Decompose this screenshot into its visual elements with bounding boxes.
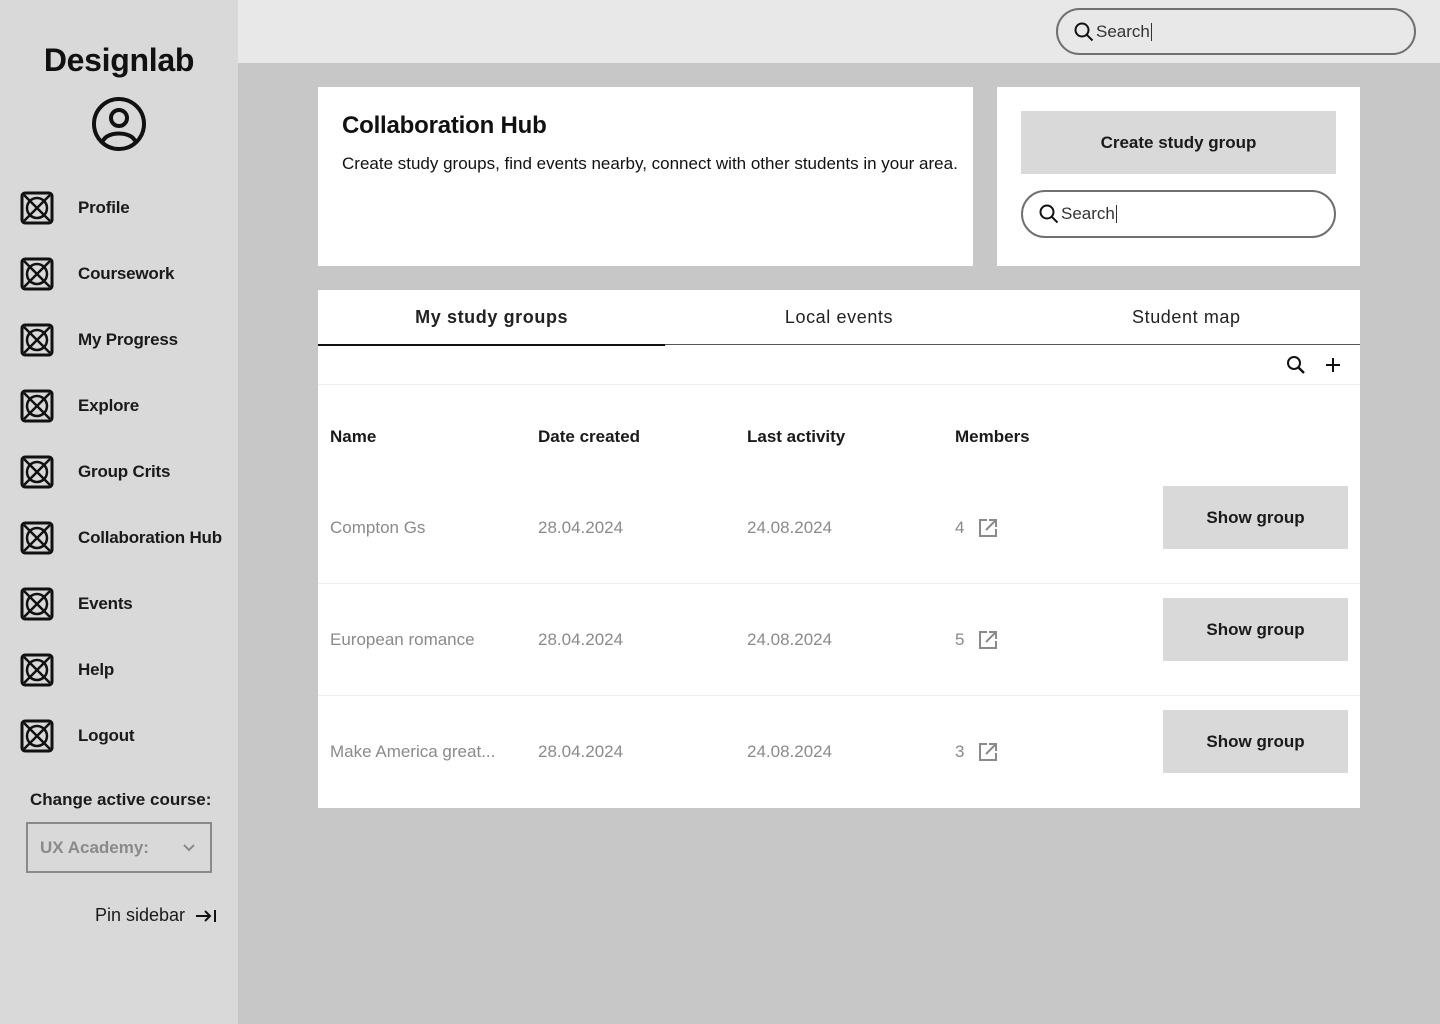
text-caret [1115, 205, 1117, 223]
tab-local-events[interactable]: Local events [665, 290, 1012, 345]
placeholder-box-icon [20, 653, 54, 687]
study-groups-panel: My study groups Local events Student map… [318, 290, 1360, 808]
cell-members: 4 [955, 472, 998, 584]
cell-date-created: 28.04.2024 [538, 518, 624, 537]
cell-date-created: 28.04.2024 [538, 742, 624, 761]
show-group-button[interactable]: Show group [1163, 486, 1348, 549]
sidebar-item-collaboration-hub[interactable]: Collaboration Hub [20, 520, 230, 556]
members-count: 3 [955, 742, 965, 761]
placeholder-box-icon [20, 323, 54, 357]
page-title: Collaboration Hub [342, 112, 547, 139]
search-icon [1287, 356, 1305, 374]
table-row: Compton Gs 28.04.2024 24.08.2024 4 Show … [318, 472, 1360, 584]
arrow-right-to-bar-icon [196, 909, 217, 922]
pin-sidebar-button[interactable]: Pin sidebar [95, 905, 217, 926]
tab-bar: My study groups Local events Student map [318, 290, 1360, 346]
placeholder-box-icon [20, 257, 54, 291]
search-icon [1039, 204, 1059, 224]
sidebar-item-coursework[interactable]: Coursework [20, 256, 230, 292]
members-count: 5 [955, 630, 965, 649]
column-header-name[interactable]: Name [330, 427, 376, 447]
table-row: Make America great... 28.04.2024 24.08.2… [318, 696, 1360, 808]
course-select[interactable]: UX Academy: [26, 822, 212, 873]
user-avatar-icon[interactable] [91, 96, 147, 152]
table-toolbar [318, 345, 1360, 385]
members-count: 4 [955, 518, 965, 537]
sidebar: Designlab Profile Coursework My Progress… [0, 0, 238, 1024]
cell-name: European romance [330, 630, 475, 649]
sidebar-item-label: Events [78, 594, 133, 613]
sidebar-item-label: Explore [78, 396, 139, 415]
sidebar-item-logout[interactable]: Logout [20, 718, 230, 754]
placeholder-box-icon [20, 389, 54, 423]
sidebar-item-my-progress[interactable]: My Progress [20, 322, 230, 358]
sidebar-item-group-crits[interactable]: Group Crits [20, 454, 230, 490]
placeholder-box-icon [20, 719, 54, 753]
external-link-icon[interactable] [978, 630, 998, 650]
create-study-group-button[interactable]: Create study group [1021, 111, 1336, 174]
brand-logo: Designlab [43, 42, 195, 78]
sidebar-item-label: Help [78, 660, 115, 679]
cell-date-created: 28.04.2024 [538, 630, 624, 649]
table-search-icon[interactable] [1285, 354, 1307, 376]
cell-last-activity: 24.08.2024 [747, 630, 833, 649]
placeholder-box-icon [20, 587, 54, 621]
table-row: European romance 28.04.2024 24.08.2024 5… [318, 584, 1360, 696]
sidebar-item-label: My Progress [78, 330, 178, 349]
text-caret [1150, 22, 1152, 41]
sidebar-item-explore[interactable]: Explore [20, 388, 230, 424]
show-group-button[interactable]: Show group [1163, 710, 1348, 773]
course-select-label: Change active course: [30, 790, 212, 809]
cell-members: 3 [955, 696, 998, 808]
sidebar-item-help[interactable]: Help [20, 652, 230, 688]
pin-sidebar-label: Pin sidebar [95, 905, 186, 925]
cell-name: Make America great... [330, 742, 496, 761]
add-icon[interactable] [1322, 354, 1344, 376]
show-group-button[interactable]: Show group [1163, 598, 1348, 661]
sidebar-item-label: Collaboration Hub [78, 528, 222, 547]
search-icon [1074, 22, 1094, 41]
study-group-search-value: Search [1061, 204, 1115, 223]
tab-student-map[interactable]: Student map [1013, 290, 1360, 345]
sidebar-item-events[interactable]: Events [20, 586, 230, 622]
study-group-search-input[interactable]: Search [1021, 190, 1336, 238]
sidebar-item-label: Group Crits [78, 462, 171, 481]
course-select-value: UX Academy: [40, 837, 149, 857]
sidebar-item-profile[interactable]: Profile [20, 190, 230, 226]
column-header-members[interactable]: Members [955, 427, 1030, 447]
cell-last-activity: 24.08.2024 [747, 742, 833, 761]
global-search-input[interactable]: Search [1056, 8, 1416, 55]
cell-members: 5 [955, 584, 998, 696]
sidebar-item-label: Profile [78, 198, 130, 217]
sidebar-item-label: Coursework [78, 264, 175, 283]
placeholder-box-icon [20, 191, 54, 225]
column-header-date-created[interactable]: Date created [538, 427, 640, 447]
cell-name: Compton Gs [330, 518, 426, 537]
tab-my-study-groups[interactable]: My study groups [318, 290, 666, 346]
placeholder-box-icon [20, 455, 54, 489]
chevron-down-icon [183, 843, 195, 851]
external-link-icon[interactable] [978, 742, 998, 762]
cell-last-activity: 24.08.2024 [747, 518, 833, 537]
column-header-last-activity[interactable]: Last activity [747, 427, 845, 447]
hub-intro-card: Collaboration Hub Create study groups, f… [318, 87, 973, 266]
external-link-icon[interactable] [978, 518, 998, 538]
sidebar-item-label: Logout [78, 726, 135, 745]
plus-icon [1326, 358, 1340, 372]
page-description: Create study groups, find events nearby,… [342, 154, 958, 173]
global-search-value: Search [1096, 21, 1150, 41]
placeholder-box-icon [20, 521, 54, 555]
hub-actions-card: Create study group Search [997, 87, 1360, 266]
